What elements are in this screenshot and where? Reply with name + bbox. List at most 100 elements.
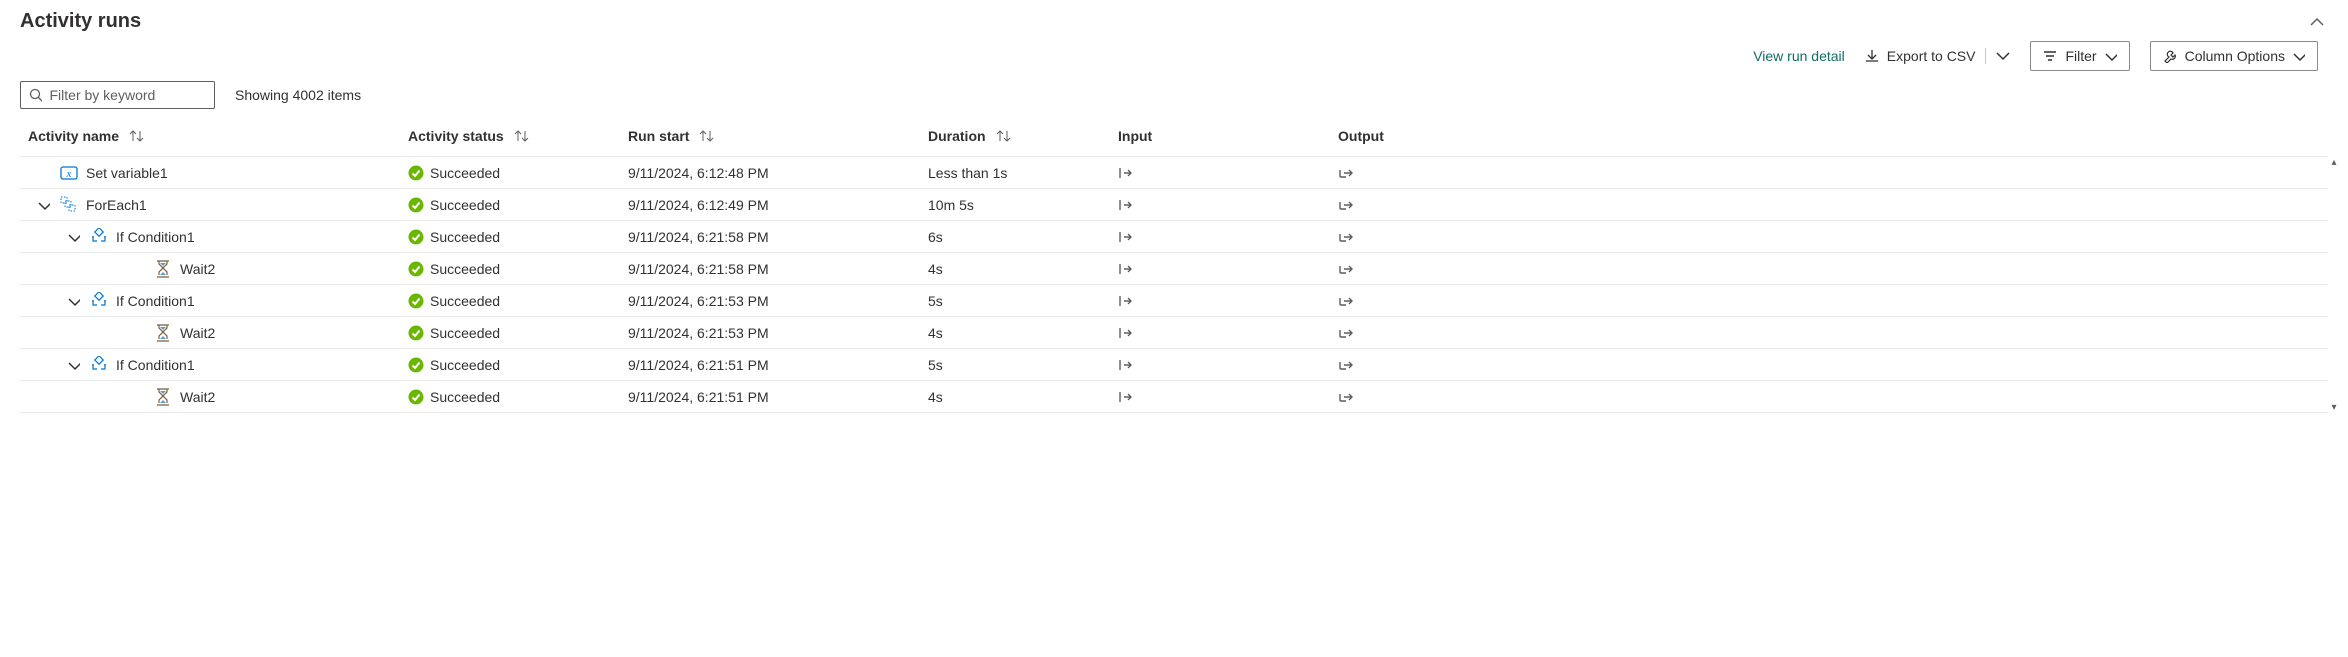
activity-name: Set variable1 xyxy=(86,165,168,181)
duration: 10m 5s xyxy=(928,193,1118,217)
sort-icon xyxy=(129,129,144,143)
duration: 5s xyxy=(928,289,1118,313)
filter-label: Filter xyxy=(2065,48,2096,64)
if-icon xyxy=(90,228,108,246)
output-icon[interactable] xyxy=(1338,357,1354,373)
run-start: 9/11/2024, 6:21:51 PM xyxy=(628,353,928,377)
search-box[interactable] xyxy=(20,81,215,109)
input-icon[interactable] xyxy=(1118,325,1134,341)
sort-icon xyxy=(699,129,714,143)
col-duration[interactable]: Duration xyxy=(928,128,1118,144)
col-run-start[interactable]: Run start xyxy=(628,128,928,144)
activity-name: ForEach1 xyxy=(86,197,147,213)
output-icon[interactable] xyxy=(1338,293,1354,309)
input-icon[interactable] xyxy=(1118,165,1134,181)
chevron-down-icon xyxy=(1996,49,2010,63)
status-label: Succeeded xyxy=(430,229,500,245)
output-icon[interactable] xyxy=(1338,165,1354,181)
input-icon[interactable] xyxy=(1118,293,1134,309)
column-options-button[interactable]: Column Options xyxy=(2150,41,2318,71)
duration: 5s xyxy=(928,353,1118,377)
success-icon xyxy=(408,261,424,277)
table-row[interactable]: Wait2Succeeded9/11/2024, 6:21:53 PM4s xyxy=(20,317,2328,349)
status-cell: Succeeded xyxy=(408,225,628,249)
success-icon xyxy=(408,229,424,245)
input-icon[interactable] xyxy=(1118,229,1134,245)
divider xyxy=(1985,48,1986,64)
activity-name: If Condition1 xyxy=(116,229,195,245)
success-icon xyxy=(408,389,424,405)
output-icon[interactable] xyxy=(1338,389,1354,405)
col-activity-name[interactable]: Activity name xyxy=(28,128,408,144)
export-csv-button[interactable]: Export to CSV xyxy=(1865,48,2011,64)
col-input[interactable]: Input xyxy=(1118,128,1338,144)
table-body: Set variable1Succeeded9/11/2024, 6:12:48… xyxy=(20,157,2328,413)
run-start: 9/11/2024, 6:12:49 PM xyxy=(628,193,928,217)
input-icon[interactable] xyxy=(1118,357,1134,373)
output-icon[interactable] xyxy=(1338,325,1354,341)
filter-button[interactable]: Filter xyxy=(2030,41,2129,71)
expand-toggle[interactable] xyxy=(66,231,82,243)
chevron-up-icon xyxy=(2310,15,2324,29)
col-output[interactable]: Output xyxy=(1338,128,1558,144)
table-row[interactable]: ForEach1Succeeded9/11/2024, 6:12:49 PM10… xyxy=(20,189,2328,221)
table-row[interactable]: If Condition1 Succeeded 9/11/2024, 6:21:51… xyxy=(20,349,2328,381)
status-label: Succeeded xyxy=(430,357,500,373)
duration: 6s xyxy=(928,225,1118,249)
col-activity-status[interactable]: Activity status xyxy=(408,128,628,144)
table-row[interactable]: If Condition1Succeeded9/11/2024, 6:21:53… xyxy=(20,285,2328,317)
expand-toggle[interactable] xyxy=(66,295,82,307)
chevron-down-icon xyxy=(2105,50,2117,62)
activity-name: Wait2 xyxy=(180,389,215,405)
status-label: Succeeded xyxy=(430,261,500,277)
input-icon[interactable] xyxy=(1118,389,1134,405)
sort-icon xyxy=(514,129,529,143)
page-title: Activity runs xyxy=(20,10,141,33)
variable-icon xyxy=(60,164,78,182)
expand-toggle[interactable] xyxy=(36,199,52,211)
status-cell: Succeeded xyxy=(408,257,628,281)
success-icon xyxy=(408,197,424,213)
success-icon xyxy=(408,357,424,373)
output-icon[interactable] xyxy=(1338,229,1354,245)
status-cell: Succeeded xyxy=(408,289,628,313)
success-icon xyxy=(408,165,424,181)
activity-name: Wait2 xyxy=(180,261,215,277)
status-cell: Succeeded xyxy=(408,353,628,377)
wait-icon xyxy=(154,260,172,278)
input-icon[interactable] xyxy=(1118,261,1134,277)
item-count: Showing 4002 items xyxy=(235,87,361,103)
output-icon[interactable] xyxy=(1338,197,1354,213)
search-input[interactable] xyxy=(48,86,207,104)
wait-icon xyxy=(154,324,172,342)
output-icon[interactable] xyxy=(1338,261,1354,277)
scrollbar[interactable]: ▴▾ xyxy=(2328,157,2340,413)
activity-name: If Condition1 xyxy=(116,293,195,309)
foreach-icon xyxy=(60,196,78,214)
table-row[interactable]: If Condition1 Succeeded 9/11/2024, 6:21:58… xyxy=(20,221,2328,253)
run-start: 9/11/2024, 6:21:51 PM xyxy=(628,385,928,409)
activity-name: Wait2 xyxy=(180,325,215,341)
table-row[interactable]: Wait2Succeeded9/11/2024, 6:21:58 PM4s xyxy=(20,253,2328,285)
wrench-icon xyxy=(2163,49,2177,63)
chevron-down-icon xyxy=(2293,50,2305,62)
table-header: Activity name Activity status Run start … xyxy=(20,115,2328,157)
run-start: 9/11/2024, 6:21:53 PM xyxy=(628,321,928,345)
status-label: Succeeded xyxy=(430,165,500,181)
chevron-down-icon xyxy=(38,199,50,211)
duration: Less than 1s xyxy=(928,161,1118,185)
duration: 4s xyxy=(928,257,1118,281)
view-run-detail-link[interactable]: View run detail xyxy=(1753,48,1845,64)
activity-name: If Condition1 xyxy=(116,357,195,373)
table-row[interactable]: Set variable1Succeeded9/11/2024, 6:12:48… xyxy=(20,157,2328,189)
run-start: 9/11/2024, 6:21:58 PM xyxy=(628,225,928,249)
table-row[interactable]: Wait2Succeeded9/11/2024, 6:21:51 PM4s xyxy=(20,381,2328,413)
sort-icon xyxy=(996,129,1011,143)
column-options-label: Column Options xyxy=(2185,48,2285,64)
input-icon[interactable] xyxy=(1118,197,1134,213)
collapse-panel-button[interactable] xyxy=(2306,11,2328,33)
chevron-down-icon xyxy=(68,359,80,371)
status-cell: Succeeded xyxy=(408,321,628,345)
status-cell: Succeeded xyxy=(408,385,628,409)
expand-toggle[interactable] xyxy=(66,359,82,371)
